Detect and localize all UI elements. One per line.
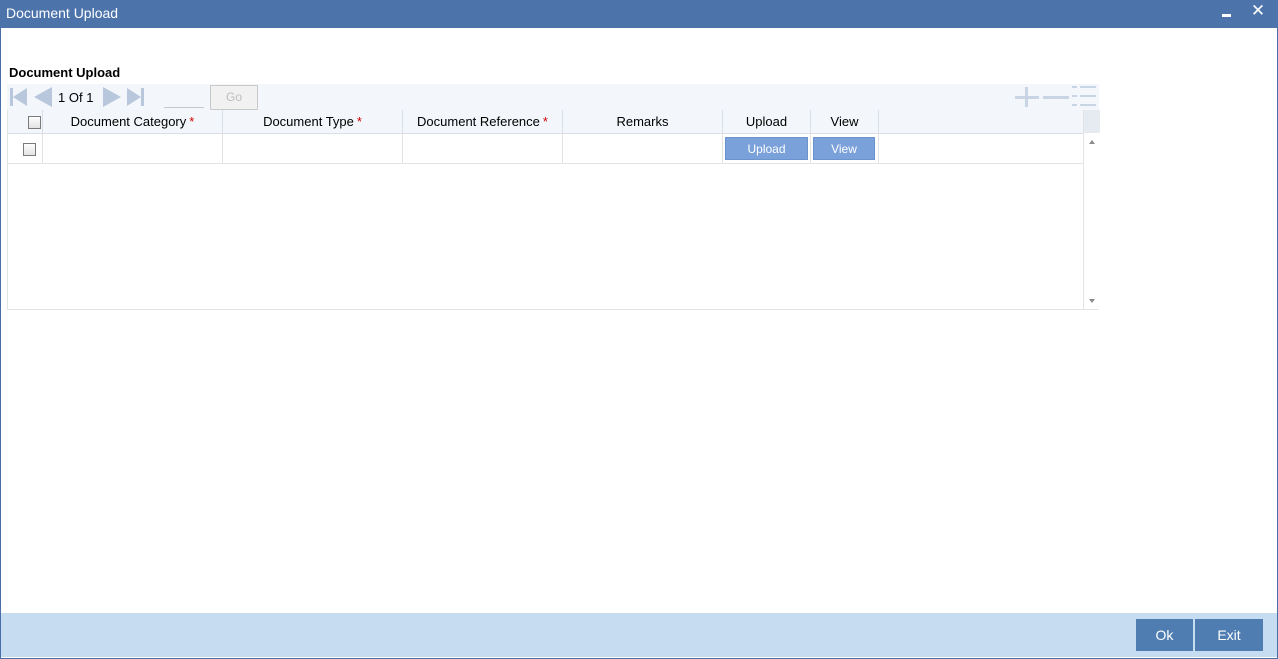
grid-header: Document Category * Document Type * Docume… bbox=[8, 110, 1083, 134]
section-title: Document Upload bbox=[9, 65, 121, 80]
row-select-cell bbox=[8, 134, 43, 163]
add-row-icon[interactable] bbox=[1015, 87, 1039, 107]
filler-cell bbox=[879, 134, 1083, 163]
go-button[interactable]: Go bbox=[210, 85, 258, 110]
of-label: Of bbox=[68, 90, 83, 105]
scroll-up-icon[interactable] bbox=[1089, 140, 1095, 144]
current-page: 1 bbox=[58, 90, 66, 105]
column-header-document-category[interactable]: Document Category * bbox=[43, 110, 223, 133]
previous-page-icon[interactable] bbox=[32, 87, 52, 107]
close-icon[interactable]: ✕ bbox=[1249, 0, 1267, 22]
select-all-cell bbox=[8, 110, 43, 133]
exit-button[interactable]: Exit bbox=[1195, 619, 1263, 651]
ok-button[interactable]: Ok bbox=[1136, 619, 1193, 651]
upload-cell: Upload bbox=[723, 134, 811, 163]
row-checkbox[interactable] bbox=[23, 143, 36, 156]
column-header-document-reference[interactable]: Document Reference * bbox=[403, 110, 563, 133]
page-number-input[interactable] bbox=[164, 86, 204, 108]
required-marker: * bbox=[542, 114, 548, 129]
grid-toolbar: 1 Of 1 Go bbox=[7, 84, 1099, 110]
select-all-checkbox[interactable] bbox=[28, 116, 41, 129]
first-page-icon[interactable] bbox=[9, 87, 29, 107]
footer-bar: Ok Exit bbox=[1, 613, 1277, 657]
next-page-icon[interactable] bbox=[101, 87, 121, 107]
minimize-icon[interactable] bbox=[1219, 3, 1235, 23]
document-category-cell[interactable] bbox=[43, 134, 223, 163]
document-reference-cell[interactable] bbox=[403, 134, 563, 163]
documents-grid: Document Category * Document Type * Docume… bbox=[7, 110, 1100, 310]
vertical-scrollbar[interactable] bbox=[1083, 110, 1100, 309]
page-indicator: 1 Of 1 bbox=[58, 90, 93, 105]
last-page-icon[interactable] bbox=[126, 87, 146, 107]
list-view-icon[interactable] bbox=[1072, 85, 1096, 107]
column-header-remarks[interactable]: Remarks bbox=[563, 110, 723, 133]
window-title: Document Upload bbox=[6, 5, 119, 21]
required-marker: * bbox=[189, 114, 195, 129]
delete-row-icon[interactable] bbox=[1043, 87, 1069, 107]
column-header-view[interactable]: View bbox=[811, 110, 879, 133]
remarks-cell[interactable] bbox=[563, 134, 723, 163]
document-type-cell[interactable] bbox=[223, 134, 403, 163]
title-bar: Document Upload ✕ bbox=[0, 0, 1278, 28]
total-pages: 1 bbox=[86, 90, 94, 105]
required-marker: * bbox=[356, 114, 362, 129]
scrollbar-header-cap bbox=[1084, 110, 1100, 133]
view-cell: View bbox=[811, 134, 879, 163]
scroll-down-icon[interactable] bbox=[1089, 299, 1095, 303]
column-header-document-type[interactable]: Document Type * bbox=[223, 110, 403, 133]
table-row: Upload View bbox=[8, 134, 1083, 164]
upload-button[interactable]: Upload bbox=[725, 137, 808, 160]
view-button[interactable]: View bbox=[813, 137, 875, 160]
column-header-upload[interactable]: Upload bbox=[723, 110, 811, 133]
